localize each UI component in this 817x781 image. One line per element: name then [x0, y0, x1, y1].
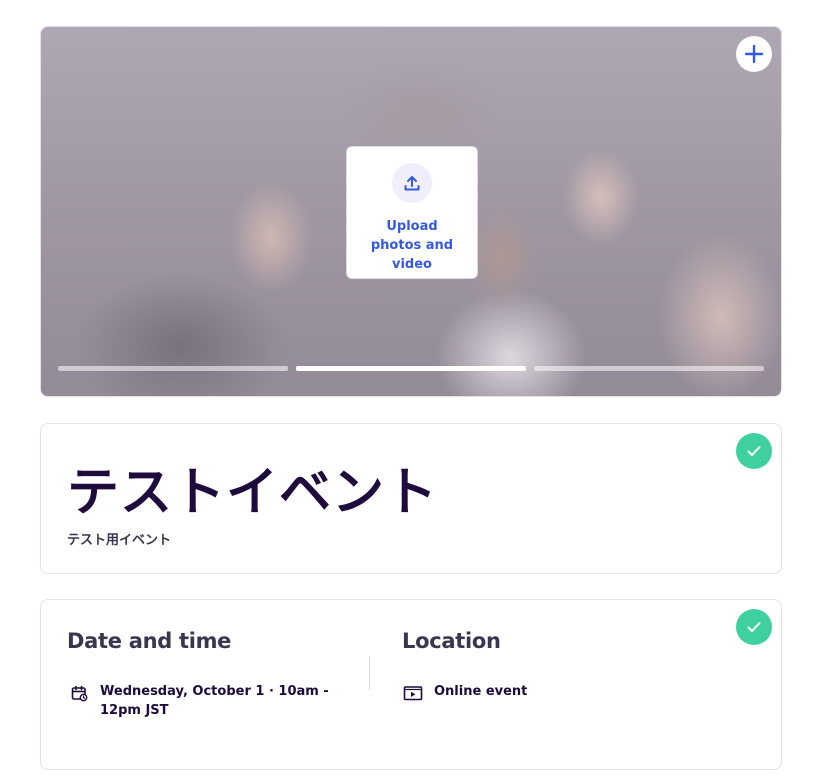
carousel-progress [58, 366, 764, 371]
event-title: テストイベント [67, 463, 439, 523]
carousel-slide-indicator[interactable] [58, 366, 288, 371]
event-title-card[interactable]: テストイベント テスト用イベント [40, 423, 782, 574]
upload-icon-badge [392, 163, 432, 203]
checkmark-icon [747, 622, 761, 632]
section-divider [369, 656, 370, 690]
upload-media-button[interactable]: Upload photos and video [346, 146, 478, 279]
calendar-icon [71, 685, 88, 702]
location-row: Online event [403, 682, 527, 703]
section-complete-badge [736, 609, 772, 645]
location-value: Online event [434, 684, 528, 699]
section-complete-badge [736, 433, 772, 469]
carousel-slide-indicator[interactable] [534, 366, 764, 371]
upload-media-label: Upload photos and video [370, 219, 454, 272]
event-summary: テスト用イベント [67, 533, 172, 548]
video-play-icon [403, 686, 423, 701]
add-media-button[interactable] [736, 36, 772, 72]
event-details-card[interactable]: Date and time Wednesday, October 1 · 10a… [40, 599, 782, 770]
date-time-row: Wednesday, October 1 · 10am - 12pm JST [69, 682, 350, 720]
plus-icon [744, 44, 764, 64]
carousel-slide-indicator-active[interactable] [296, 366, 526, 371]
date-time-heading: Date and time [67, 629, 232, 653]
date-time-value: Wednesday, October 1 · 10am - 12pm JST [100, 684, 329, 718]
checkmark-icon [747, 446, 761, 456]
upload-icon [404, 176, 420, 191]
location-heading: Location [402, 629, 501, 653]
event-media-carousel[interactable]: Upload photos and video [40, 26, 782, 397]
